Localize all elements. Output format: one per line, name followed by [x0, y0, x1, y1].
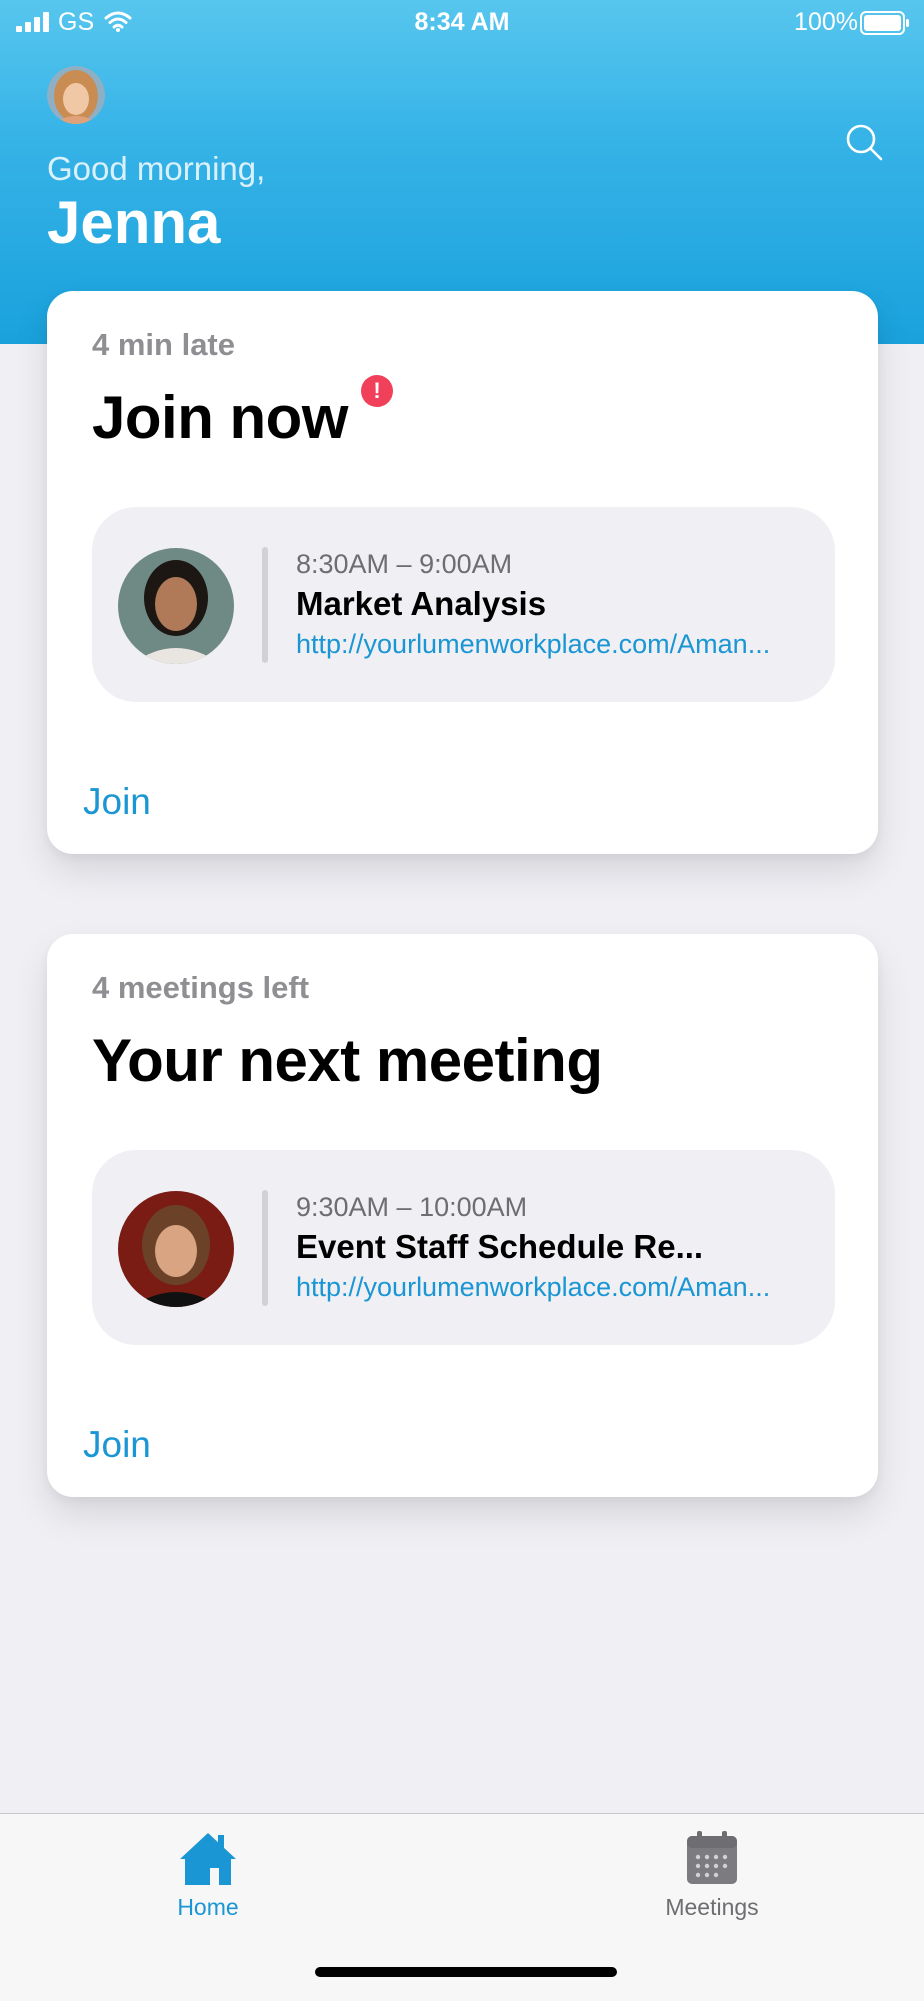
alert-badge: !	[361, 375, 393, 407]
search-button[interactable]	[842, 120, 886, 164]
tile-divider	[262, 1190, 268, 1306]
meeting-tile[interactable]: 9:30AM – 10:00AM Event Staff Schedule Re…	[92, 1150, 835, 1345]
join-button[interactable]: Join	[83, 1424, 151, 1466]
tab-label: Meetings	[665, 1894, 759, 1920]
home-indicator	[315, 1967, 617, 1977]
battery-icon	[860, 11, 909, 35]
card-subtitle: 4 meetings left	[92, 970, 310, 1005]
card-title: Join now	[92, 384, 348, 451]
user-name: Jenna	[47, 189, 221, 256]
user-avatar[interactable]	[47, 66, 105, 124]
meeting-tile[interactable]: 8:30AM – 9:00AM Market Analysis http://y…	[92, 507, 835, 702]
join-now-card: 4 min late Join now ! 8:30AM – 9:00AM Ma…	[47, 291, 878, 854]
meeting-time: 8:30AM – 9:00AM	[296, 549, 513, 579]
meeting-name: Event Staff Schedule Re...	[296, 1228, 704, 1265]
host-avatar	[118, 1191, 234, 1307]
tab-home[interactable]: Home	[108, 1814, 308, 1944]
status-bar: GS 8:34 AM 100%	[0, 0, 924, 46]
host-avatar	[118, 548, 234, 664]
status-time: 8:34 AM	[414, 8, 510, 36]
search-icon	[846, 124, 883, 161]
join-button[interactable]: Join	[83, 781, 151, 823]
tab-meetings[interactable]: Meetings	[612, 1814, 812, 1944]
meeting-time: 9:30AM – 10:00AM	[296, 1192, 528, 1222]
meeting-name: Market Analysis	[296, 585, 547, 622]
meeting-link[interactable]: http://yourlumenworkplace.com/Aman...	[296, 629, 770, 660]
card-subtitle: 4 min late	[92, 327, 235, 362]
tab-label: Home	[177, 1894, 239, 1920]
greeting-text: Good morning,	[47, 150, 266, 187]
calendar-icon	[687, 1831, 737, 1884]
home-icon	[180, 1833, 236, 1885]
next-meeting-card: 4 meetings left Your next meeting 9:30AM…	[47, 934, 878, 1497]
meeting-link[interactable]: http://yourlumenworkplace.com/Aman...	[296, 1272, 770, 1303]
tile-divider	[262, 547, 268, 663]
battery-percentage: 100%	[794, 8, 858, 36]
card-title: Your next meeting	[92, 1027, 603, 1094]
